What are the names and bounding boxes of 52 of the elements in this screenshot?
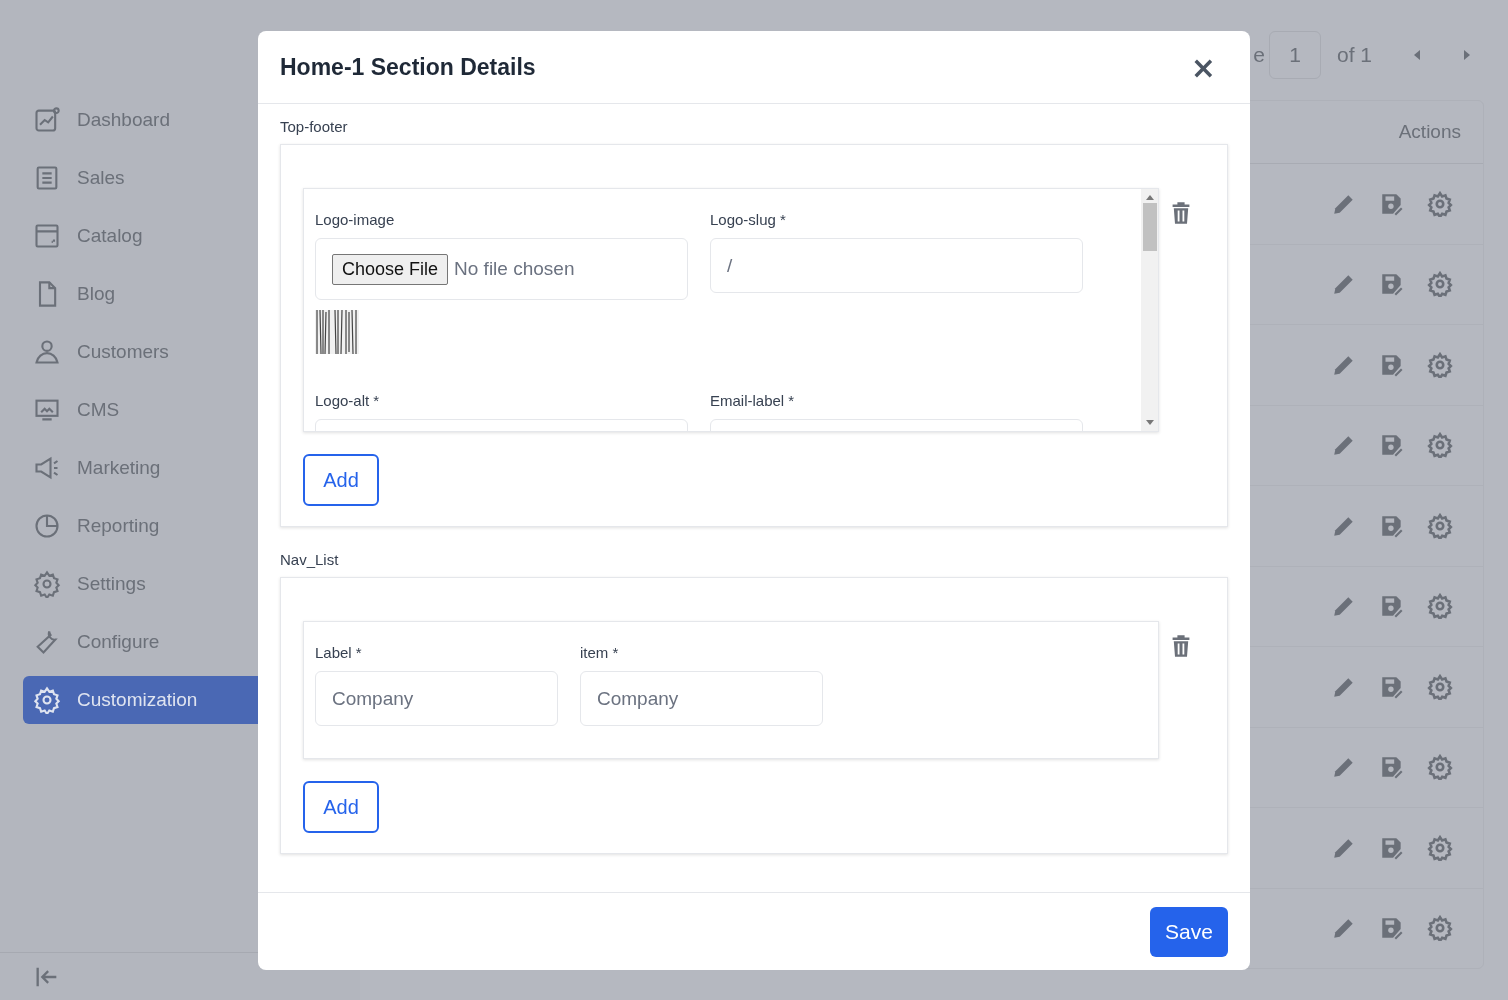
section-title: Top-footer <box>280 118 349 135</box>
field-label: item * <box>580 644 619 661</box>
save-edit-icon[interactable] <box>1379 432 1405 459</box>
settings-icon[interactable] <box>1427 190 1453 217</box>
input-field[interactable]: Company <box>315 671 558 726</box>
sidebar-item[interactable]: Sales <box>23 154 323 202</box>
previous-page-icon[interactable] <box>1412 49 1422 61</box>
save-edit-icon[interactable] <box>1379 593 1405 620</box>
save-button[interactable]: Save <box>1150 906 1228 957</box>
settings-icon[interactable] <box>1427 673 1453 700</box>
add-button[interactable]: Add <box>303 781 379 833</box>
save-edit-icon[interactable] <box>1379 271 1405 298</box>
page-total: of 1 <box>1336 43 1372 67</box>
settings-icon[interactable] <box>1427 271 1453 298</box>
catalog-icon <box>33 222 61 250</box>
save-edit-icon[interactable] <box>1379 754 1405 781</box>
file-status: No file chosen <box>454 258 575 280</box>
pie-icon <box>33 512 61 540</box>
add-button[interactable]: Add <box>303 454 379 506</box>
settings-icon[interactable] <box>1427 834 1453 861</box>
field-label: Label * <box>315 644 362 661</box>
settings-icon[interactable] <box>1427 593 1453 620</box>
megaphone-icon <box>33 454 61 482</box>
settings-icon[interactable] <box>1427 432 1453 459</box>
settings-icon <box>33 570 61 598</box>
sidebar-item[interactable]: Customers <box>23 328 323 376</box>
input-field[interactable]: Company <box>580 671 823 726</box>
dialog-title: Home-1 Section Details <box>280 53 536 81</box>
column-header: Actions <box>1398 121 1461 143</box>
page-field[interactable]: 1 <box>1268 31 1321 79</box>
person-icon <box>33 338 61 366</box>
delete-icon[interactable] <box>1171 201 1191 225</box>
settings-icon[interactable] <box>1427 915 1453 942</box>
close-button[interactable]: × <box>1186 49 1220 85</box>
settings-icon[interactable] <box>1427 512 1453 539</box>
next-page-icon[interactable] <box>1462 49 1472 61</box>
field-label: Logo-slug * <box>710 211 786 228</box>
save-edit-icon[interactable] <box>1379 915 1405 942</box>
settings-icon[interactable] <box>1427 351 1453 378</box>
input-field[interactable]: / <box>710 238 1083 293</box>
page-label: e <box>1253 43 1265 67</box>
scrollbar[interactable] <box>1141 189 1158 431</box>
settings-icon <box>33 686 61 714</box>
chart-icon <box>33 106 61 134</box>
field-label: Email-label * <box>710 392 795 409</box>
section-title: Nav_List <box>280 551 340 568</box>
settings-icon[interactable] <box>1427 754 1453 781</box>
file-input[interactable]: Choose File No file chosen <box>315 238 688 300</box>
delete-icon[interactable] <box>1171 634 1191 658</box>
field-label: Logo-image <box>315 211 395 228</box>
choose-file-button[interactable]: Choose File <box>332 253 449 285</box>
field-label: Logo-alt * <box>315 392 380 409</box>
